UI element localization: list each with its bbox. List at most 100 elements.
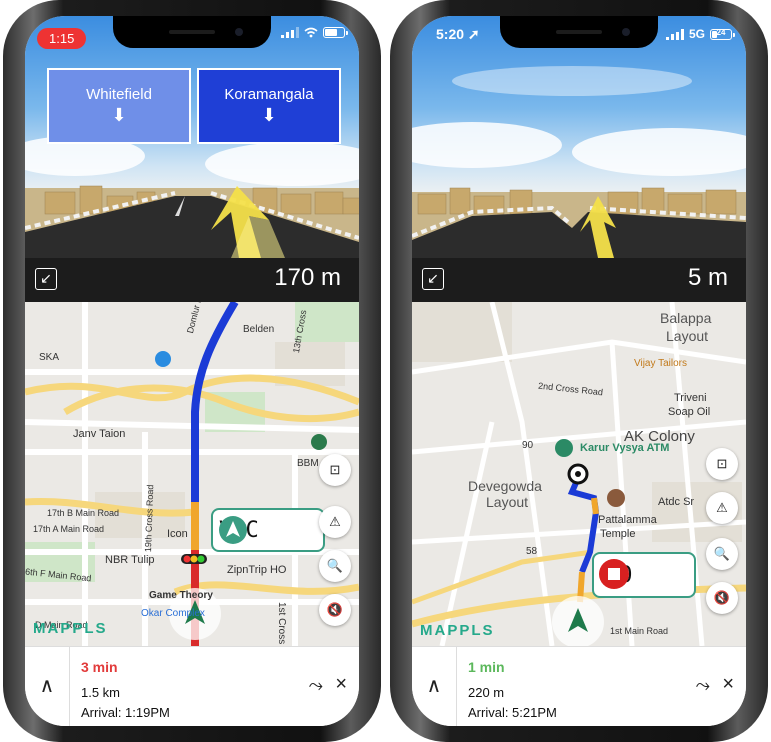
map-label: Janv Taion xyxy=(73,428,126,440)
chevron-up-icon: ∧ xyxy=(39,675,55,697)
map-label: Soap Oil xyxy=(668,406,711,418)
turn-distance: 5 m xyxy=(687,264,728,291)
map-label: Belden xyxy=(243,324,275,335)
close-navigation-button[interactable]: × xyxy=(722,673,734,696)
map-label: Okar Complex xyxy=(141,608,205,619)
close-navigation-button[interactable]: × xyxy=(335,673,347,696)
network-type: 5G xyxy=(688,27,705,41)
cloud xyxy=(452,66,692,96)
route-traffic-moderate xyxy=(591,497,599,515)
map-label: 17th B Main Road xyxy=(47,508,120,518)
mute-button[interactable]: 🔇 xyxy=(319,594,351,626)
park-marker xyxy=(311,434,327,450)
trip-summary-panel: ∧ 3 min 1.5 km Arrival: 1:19PM ⤳ × xyxy=(25,646,359,726)
temple-marker xyxy=(607,489,625,507)
status-time: 1:15 xyxy=(37,28,87,49)
direction-sign-koramangala: Koramangala ⬇ xyxy=(197,68,341,144)
maneuver-distance-bar: ↙ 170 m xyxy=(25,258,359,302)
battery-icon xyxy=(323,27,348,38)
navigation-arrow-icon xyxy=(219,516,247,544)
remaining-distance: 1.5 km xyxy=(81,685,121,700)
phone-left: Whitefield ⬇ Koramangala ⬇ 1:15 ↙ 170 m … xyxy=(3,0,381,742)
collapse-view-icon[interactable]: ↙ xyxy=(35,268,57,290)
direction-sign-whitefield: Whitefield ⬇ xyxy=(47,68,191,144)
map-label: 1st Main Road xyxy=(610,626,669,636)
navigation-screen: 5:20 ➚ 5G 24 ↙ 5 m Balappa Layout Vijay … xyxy=(412,16,746,726)
camera-report-button[interactable]: ⊡ xyxy=(319,454,351,486)
eta-time: 3 min xyxy=(81,659,118,675)
traffic-light xyxy=(181,554,207,564)
map-label: Devegowda xyxy=(468,478,542,494)
map-label: ZipnTrip HO xyxy=(227,564,287,576)
expand-panel-button[interactable]: ∧ xyxy=(25,647,70,726)
map-label: 1st Cross xyxy=(276,602,287,645)
map-label: Karur Vysya ATM xyxy=(580,442,670,454)
atm-marker xyxy=(555,439,573,457)
search-icon: 🔍 xyxy=(326,558,344,573)
mute-icon: 🔇 xyxy=(326,602,344,617)
map-label: Game Theory xyxy=(149,590,213,601)
map-label: Balappa xyxy=(660,310,712,326)
camera-icon: ⊡ xyxy=(329,462,341,477)
map-label: Temple xyxy=(600,528,636,540)
map-label: NBR Tulip xyxy=(105,554,155,566)
map-label: Layout xyxy=(486,494,529,510)
map-view[interactable]: Domlur Inner Ring Road Belden 13th Cross… xyxy=(25,302,359,646)
collapse-view-icon[interactable]: ↙ xyxy=(422,268,444,290)
map-label: Icon xyxy=(167,528,188,540)
search-button[interactable]: 🔍 xyxy=(319,550,351,582)
stop-icon xyxy=(599,559,629,589)
map-label: 17th A Main Road xyxy=(33,524,105,534)
map-label: 90 xyxy=(522,440,534,451)
navigation-screen: Whitefield ⬇ Koramangala ⬇ 1:15 ↙ 170 m … xyxy=(25,16,359,726)
camera-report-button[interactable]: ⊡ xyxy=(706,448,738,480)
speaker xyxy=(556,30,602,34)
map-label: Atdc Sr xyxy=(658,496,695,508)
signal-icon xyxy=(665,28,684,40)
bus-stop-marker xyxy=(155,351,171,367)
expand-panel-button[interactable]: ∧ xyxy=(412,647,457,726)
phone-right: 5:20 ➚ 5G 24 ↙ 5 m Balappa Layout Vijay … xyxy=(390,0,768,742)
maneuver-distance-bar: ↙ 5 m xyxy=(412,258,746,302)
sign-label: Whitefield xyxy=(86,86,152,103)
speaker xyxy=(169,30,215,34)
speed-readout-panel: VAC xyxy=(211,508,325,552)
warning-icon: ⚠ xyxy=(329,514,341,529)
battery-icon: 24 xyxy=(710,27,735,40)
status-time: 5:20 ➚ xyxy=(436,26,480,42)
mute-icon: 🔇 xyxy=(713,590,731,605)
map-graphics xyxy=(412,302,746,646)
map-view[interactable]: Balappa Layout Vijay Tailors 2nd Cross R… xyxy=(412,302,746,646)
status-icons: 5G 24 xyxy=(665,27,735,41)
camera-dot xyxy=(235,28,243,36)
map-label: 58 xyxy=(526,546,538,557)
brand-logo: MAPPLS xyxy=(33,620,108,637)
wifi-icon xyxy=(304,27,318,38)
arrival-time: Arrival: 1:19PM xyxy=(81,705,170,720)
search-button[interactable]: 🔍 xyxy=(706,538,738,570)
search-icon: 🔍 xyxy=(713,546,731,561)
route-options-icon[interactable]: ⤳ xyxy=(696,675,710,696)
trip-summary-panel: ∧ 1 min 220 m Arrival: 5:21PM ⤳ × xyxy=(412,646,746,726)
map-label: SKA xyxy=(39,352,60,363)
hazard-report-button[interactable]: ⚠ xyxy=(706,492,738,524)
hazard-report-button[interactable]: ⚠ xyxy=(319,506,351,538)
turn-distance: 170 m xyxy=(274,264,341,291)
down-arrow-icon: ⬇ xyxy=(261,105,277,125)
map-label: Layout xyxy=(666,328,709,344)
status-icons xyxy=(281,27,348,38)
mute-button[interactable]: 🔇 xyxy=(706,582,738,614)
map-label: BBM xyxy=(297,458,319,469)
camera-dot xyxy=(622,28,630,36)
warning-icon: ⚠ xyxy=(716,500,728,515)
battery-level: 24 xyxy=(716,27,726,37)
signal-icon xyxy=(281,27,299,38)
eta-time: 1 min xyxy=(468,659,505,675)
chevron-up-icon: ∧ xyxy=(426,675,442,697)
map-label: Triveni xyxy=(674,392,707,404)
arrival-time: Arrival: 5:21PM xyxy=(468,705,557,720)
brand-logo: MAPPLS xyxy=(420,622,495,639)
speed-readout-panel: 10 xyxy=(592,552,696,598)
sign-label: Koramangala xyxy=(224,86,314,103)
route-options-icon[interactable]: ⤳ xyxy=(309,675,323,696)
